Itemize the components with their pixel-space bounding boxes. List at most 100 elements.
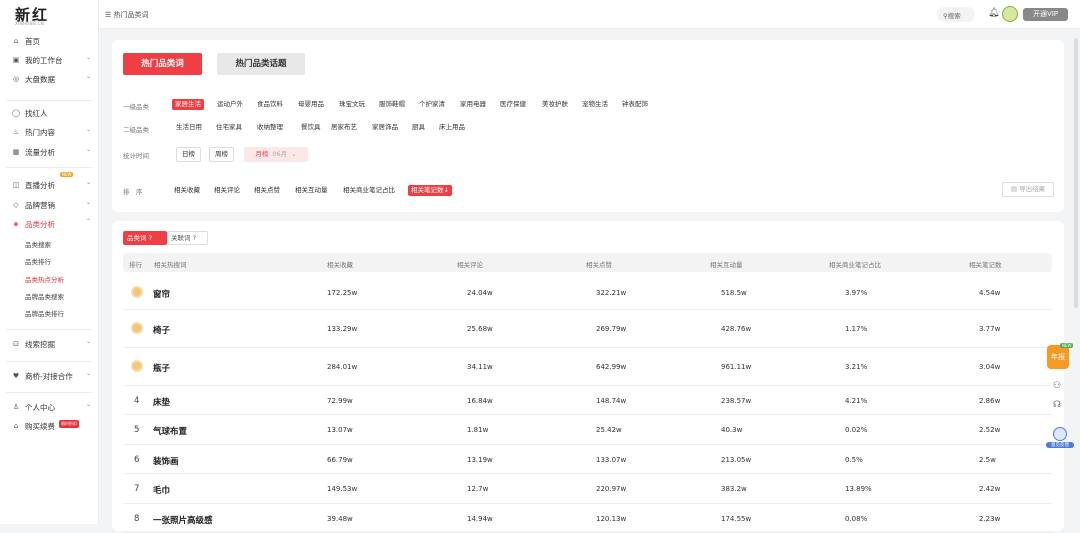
sidebar-item-workbench[interactable]: ▣ 我的工作台 ⌄ [0,51,99,69]
divider [6,361,92,362]
sidebar-subitem[interactable]: 品牌品类排行 [25,308,64,323]
vip-button[interactable]: 开通VIP [1023,8,1068,21]
table-row[interactable]: 窗帘 172.25w 24.04w 322.21w 518.5w 3.97% 4.54w [123,275,1052,310]
level1-label: 一级品类 [123,103,149,111]
cell-like: 269.79w [596,325,627,333]
sidebar-item-live[interactable]: ◫ 直播分析 ⌄ NEW [0,172,99,194]
tab-category-word[interactable]: 品类词 ? [123,231,167,245]
month-select[interactable]: 06月 [272,150,287,158]
level1-chip[interactable]: 家居生活 [172,99,204,110]
sidebar-item-bigdata[interactable]: ◎ 大盘数据 ⌄ [0,70,99,88]
help-icon: ? [192,234,197,242]
sidebar-item-bridge[interactable]: ♥ 商桥-对接合作 ⌄ [0,367,99,385]
sort-label: 相关商业笔记占比 [343,186,395,194]
weekly-button[interactable]: 周榜 [209,147,234,162]
level2-chip[interactable]: 生活日用 [176,122,202,133]
table-row[interactable]: 6 装饰画 66.79w 13.19w 133.07w 213.05w 0.5% 2.5w [123,445,1052,474]
level1-chip[interactable]: 服饰鞋帽 [379,99,405,110]
rank-number: 8 [134,514,140,524]
level2-chip[interactable]: 收纳整理 [257,122,283,133]
sidebar-item-clue[interactable]: ⊡ 线索挖掘 ⌄ [0,335,99,353]
level2-chip[interactable]: 床上用品 [439,122,465,133]
cell-fav: 284.01w [327,363,358,371]
table-row[interactable]: 椅子 133.29w 25.68w 269.79w 428.76w 1.17% 3.77w [123,310,1052,348]
level2-chip[interactable]: 住宅家具 [216,122,242,133]
sidebar-item-label: 品牌营销 [25,201,55,210]
sidebar-subitem[interactable]: 品类热点分析 [25,274,64,289]
level1-chip[interactable]: 美妆护肤 [542,99,568,110]
cell-biz: 0.08% [845,515,868,523]
level1-chip[interactable]: 钟表配饰 [622,99,648,110]
feedback-button[interactable]: 意见反馈 [1046,427,1074,453]
annual-report-button[interactable]: 年报 [1047,345,1069,369]
keyword-link[interactable]: 装饰画 [153,455,179,467]
sidebar-item-label: 直播分析 [25,181,55,190]
menu-icon[interactable]: ☰ [105,11,114,19]
level1-chip[interactable]: 珠宝文玩 [339,99,365,110]
home-icon: ⌂ [13,37,19,45]
sidebar-subitem[interactable]: 品类搜索 [25,239,51,254]
level1-chip[interactable]: 母婴用品 [298,99,324,110]
sidebar-subitem[interactable]: 品牌品类搜索 [25,291,64,306]
sidebar-item-home[interactable]: ⌂ 首页 [0,32,99,50]
sidebar-item-profile[interactable]: ♙ 个人中心 ⌄ [0,398,99,416]
search-button[interactable]: ⚲搜索 [937,7,975,22]
sort-option[interactable]: 相关笔记数↓ [408,185,452,196]
keyword-link[interactable]: 椅子 [153,324,170,336]
sidebar-item-influencer[interactable]: ◯ 找红人 [0,104,99,122]
level1-chip[interactable]: 食品饮料 [257,99,283,110]
table-row[interactable]: 5 气球布置 13.07w 1.81w 25.42w 40.3w 0.02% 2.52w [123,415,1052,445]
rank-number: 4 [134,396,140,406]
level2-chip[interactable]: 餐饮具 [301,122,321,133]
avatar[interactable] [1002,6,1018,22]
keyword-link[interactable]: 一张照片高级感 [153,514,213,526]
level2-label: 二级品类 [123,126,149,134]
level1-chip[interactable]: 宠物生活 [582,99,608,110]
bell-icon[interactable]: 🔔︎ [988,8,999,18]
export-button[interactable]: ▤ 导出结果 [1002,182,1054,197]
sidebar-item-traffic[interactable]: ▦ 流量分析 ⌄ [0,143,99,161]
level1-chip[interactable]: 个护家清 [419,99,445,110]
sort-option[interactable]: 相关互动量 [295,185,328,196]
cell-like: 220.97w [596,485,627,493]
sort-option[interactable]: 相关商业笔记占比 [343,185,395,196]
sidebar-item-category[interactable]: ◈ 品类分析 ⌃ [0,215,99,233]
tab-related-word[interactable]: 关联词 ? [167,231,208,245]
search-label: 搜索 [947,12,961,20]
tab-hot-category-topics[interactable]: 热门品类话题 [217,53,305,75]
header-biz: 相关商业笔记占比 [829,261,881,269]
tab-hot-category-words[interactable]: 热门品类词 [123,53,202,75]
table-row[interactable]: 7 毛巾 149.53w 12.7w 220.97w 383.2w 13.89% 2.42w [123,474,1052,504]
keyword-link[interactable]: 床垫 [153,396,170,408]
chevron-icon: ⌄ [86,54,92,61]
level2-chip[interactable]: 居家布艺 [331,122,357,133]
cart-icon: ⌂ [13,422,19,430]
sidebar-item-brand[interactable]: ◇ 品牌营销 ⌄ [0,196,99,214]
level1-chip[interactable]: 医疗保健 [500,99,526,110]
table-row[interactable]: 8 一张照片高级感 39.48w 14.94w 120.13w 174.55w 0.08% 2… [123,504,1052,533]
sort-label: 相关笔记数 [411,186,444,194]
headset-icon[interactable]: ☊ [1046,400,1068,422]
keyword-link[interactable]: 气球布置 [153,425,187,437]
sidebar-subitem[interactable]: 品类排行 [25,256,51,271]
level2-chip[interactable]: 厨具 [412,122,425,133]
monthly-button[interactable]: 月榜 06月 ⌄ [244,147,308,162]
daily-button[interactable]: 日榜 [176,147,201,162]
keyword-link[interactable]: 瓶子 [153,362,170,374]
sidebar-item-hotcontent[interactable]: ♨ 热门内容 ⌄ [0,123,99,141]
tab-label: 品类词 [127,234,147,242]
sidebar-item-renew[interactable]: ⌂ 购买续费 限时折扣 [0,417,99,435]
level1-chip[interactable]: 家用电器 [460,99,486,110]
keyword-link[interactable]: 毛巾 [153,484,170,496]
cell-interact: 428.76w [721,325,752,333]
sort-option[interactable]: 相关收藏 [174,185,200,196]
table-row[interactable]: 瓶子 284.01w 34.11w 642.99w 961.11w 3.21% 3.04w [123,348,1052,386]
keyword-link[interactable]: 窗帘 [153,288,170,300]
level1-chip[interactable]: 运动户外 [217,99,243,110]
level2-chip[interactable]: 家居饰品 [372,122,398,133]
table-row[interactable]: 4 床垫 72.99w 16.84w 148.74w 238.57w 4.21% 2.86w [123,386,1052,415]
scrollbar[interactable] [1074,38,1078,308]
cell-comment: 13.19w [467,456,493,464]
sort-option[interactable]: 相关点赞 [254,185,280,196]
sort-option[interactable]: 相关评论 [214,185,240,196]
